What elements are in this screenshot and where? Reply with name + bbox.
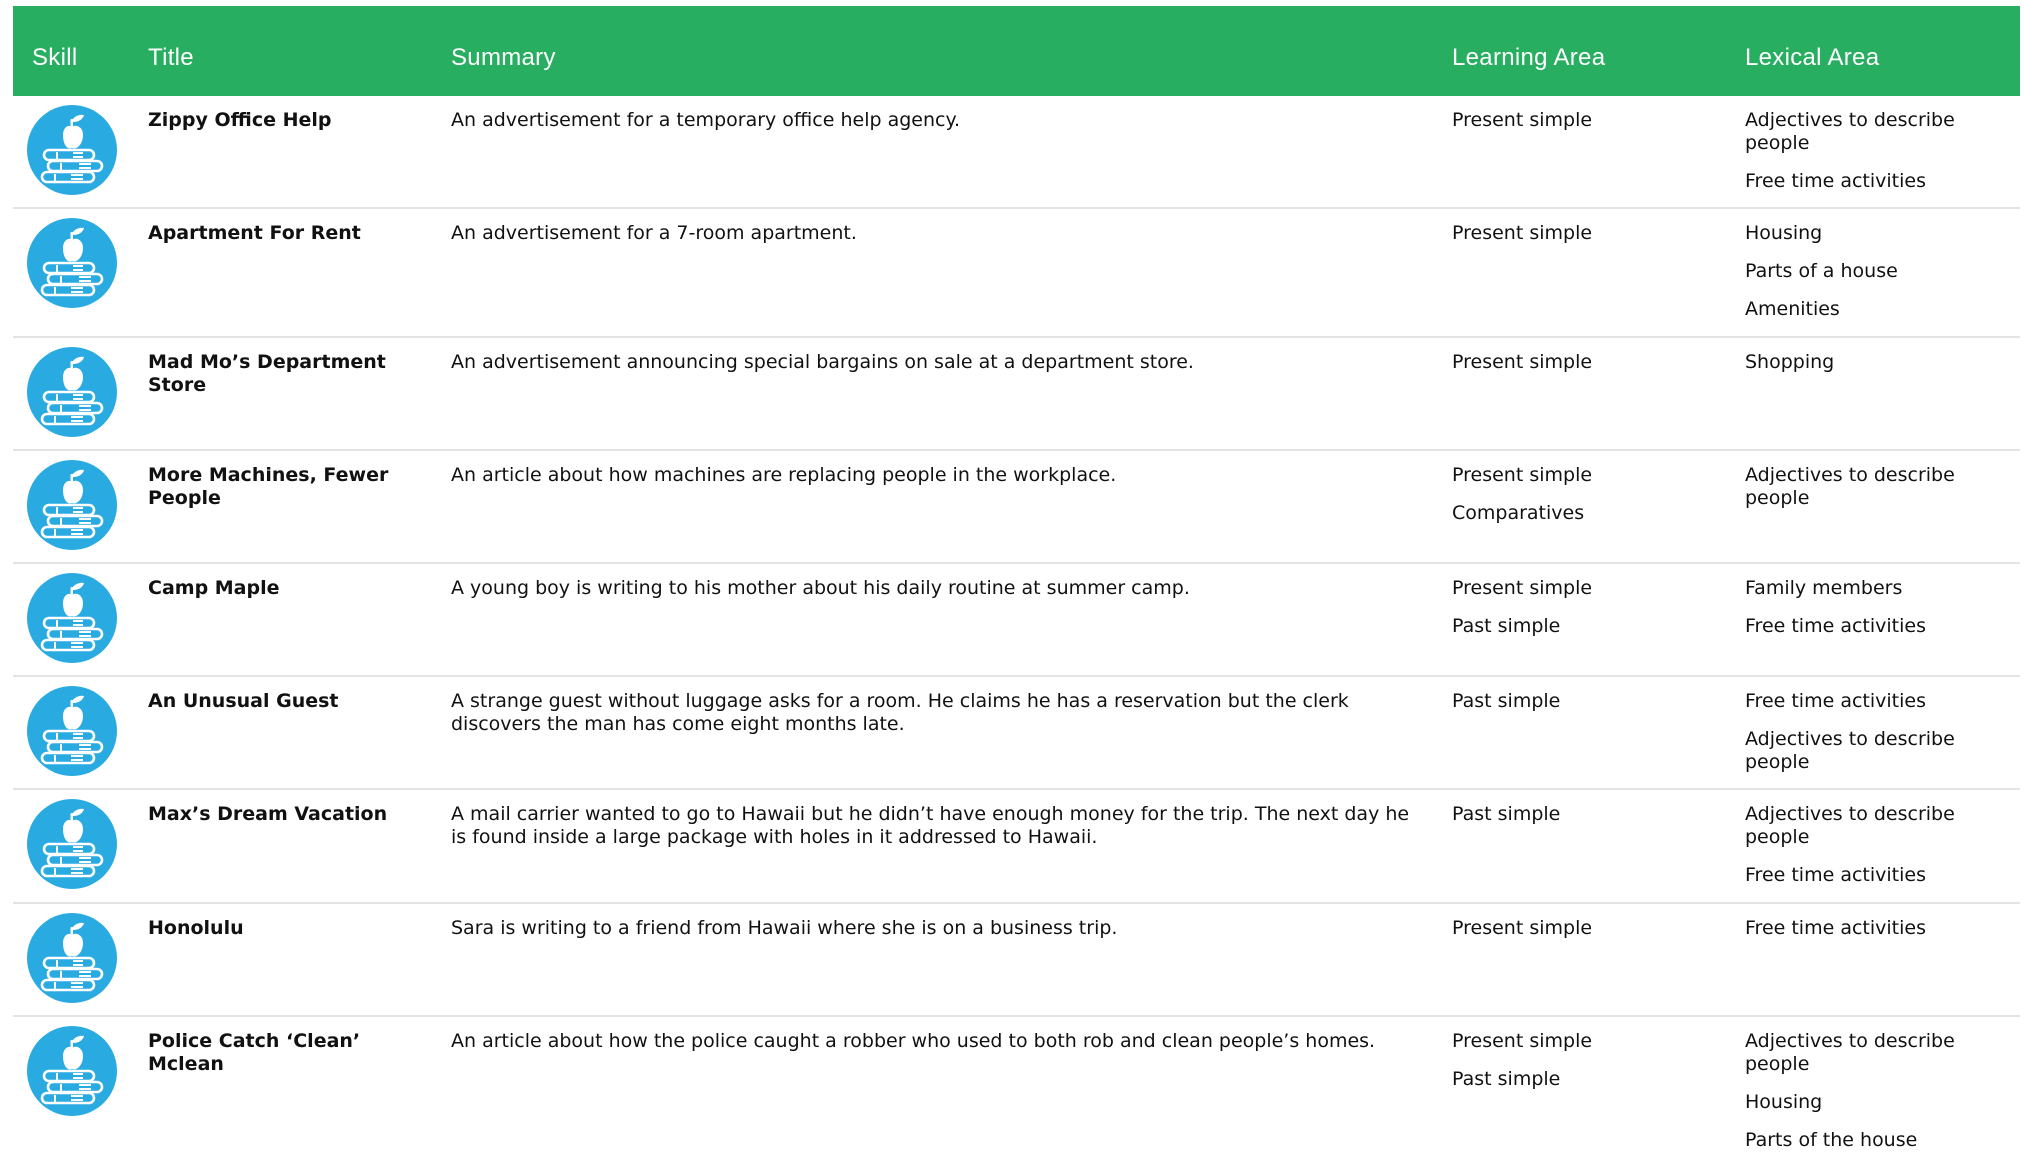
row-lexical-area: Adjectives to describe people Free time a… — [1745, 803, 2010, 887]
row-learning-area: Present simple — [1452, 222, 1712, 245]
table-row: An Unusual Guest A strange guest without … — [13, 677, 2020, 790]
row-lexical-area: Free time activities Adjectives to descri… — [1745, 690, 2010, 774]
row-title: Camp Maple — [148, 577, 280, 599]
books-with-apple-icon — [27, 573, 117, 663]
row-lexical-area: Adjectives to describe people Free time a… — [1745, 109, 2010, 193]
books-with-apple-icon — [27, 460, 117, 550]
learning-area-item: Past simple — [1452, 690, 1561, 712]
table-body: Zippy Office Help An advertisement for a … — [13, 96, 2020, 1167]
row-title: Apartment For Rent — [148, 222, 361, 244]
row-learning-area: Present simple — [1452, 351, 1712, 374]
books-with-apple-icon — [27, 686, 117, 776]
row-lexical-area: Adjectives to describe people — [1745, 464, 2010, 510]
table-row: Police Catch ‘Clean’ Mclean An article ab… — [13, 1017, 2020, 1167]
lexical-area-item: Parts of the house — [1745, 1129, 1918, 1151]
learning-area-item: Past simple — [1452, 1068, 1561, 1090]
reading-table: Skill Title Summary Learning Area Lexica… — [13, 6, 2020, 1167]
lexical-area-item: Adjectives to describe people — [1745, 728, 1955, 773]
lexical-area-item: Free time activities — [1745, 917, 1926, 939]
learning-area-item: Present simple — [1452, 1030, 1593, 1052]
learning-area-item: Comparatives — [1452, 502, 1585, 524]
row-lexical-area: Free time activities — [1745, 917, 2010, 940]
learning-area-item: Present simple — [1452, 464, 1593, 486]
row-summary: An article about how machines are replac… — [451, 464, 1117, 486]
row-title: Max’s Dream Vacation — [148, 803, 388, 825]
row-summary: An advertisement for a 7-room apartment. — [451, 222, 857, 244]
row-summary: Sara is writing to a friend from Hawaii … — [451, 917, 1118, 939]
learning-area-item: Past simple — [1452, 803, 1561, 825]
lexical-area-item: Parts of a house — [1745, 260, 1898, 282]
lexical-area-item: Adjectives to describe people — [1745, 1030, 1955, 1075]
table-row: Zippy Office Help An advertisement for a … — [13, 96, 2020, 209]
row-lexical-area: Adjectives to describe people Housing Part… — [1745, 1030, 2010, 1152]
lexical-area-item: Free time activities — [1745, 864, 1926, 886]
table-row: Mad Mo’s Department Store An advertisemen… — [13, 338, 2020, 451]
row-learning-area: Past simple — [1452, 803, 1712, 826]
lexical-area-item: Adjectives to describe people — [1745, 109, 1955, 154]
row-learning-area: Present simple — [1452, 109, 1712, 132]
row-learning-area: Past simple — [1452, 690, 1712, 713]
books-with-apple-icon — [27, 347, 117, 437]
row-summary: A strange guest without luggage asks for… — [451, 690, 1349, 735]
row-learning-area: Present simple Comparatives — [1452, 464, 1712, 525]
row-title: An Unusual Guest — [148, 690, 339, 712]
lexical-area-item: Housing — [1745, 1091, 1823, 1113]
row-summary: An advertisement for a temporary office … — [451, 109, 961, 131]
table-header: Skill Title Summary Learning Area Lexica… — [13, 6, 2020, 96]
lexical-area-item: Amenities — [1745, 298, 1840, 320]
table-row: Max’s Dream Vacation A mail carrier wante… — [13, 790, 2020, 904]
row-title: Mad Mo’s Department Store — [148, 351, 386, 396]
row-lexical-area: Shopping — [1745, 351, 2010, 374]
row-learning-area: Present simple Past simple — [1452, 577, 1712, 638]
header-skill: Skill — [32, 44, 78, 71]
lexical-area-item: Free time activities — [1745, 170, 1926, 192]
lexical-area-item: Housing — [1745, 222, 1823, 244]
books-with-apple-icon — [27, 799, 117, 889]
learning-area-item: Present simple — [1452, 109, 1593, 131]
books-with-apple-icon — [27, 105, 117, 195]
row-lexical-area: Family members Free time activities — [1745, 577, 2010, 638]
row-title: Police Catch ‘Clean’ Mclean — [148, 1030, 361, 1075]
header-summary: Summary — [451, 44, 556, 71]
lexical-area-item: Family members — [1745, 577, 1903, 599]
lexical-area-item: Free time activities — [1745, 615, 1926, 637]
row-title: More Machines, Fewer People — [148, 464, 389, 509]
learning-area-item: Present simple — [1452, 222, 1593, 244]
row-summary: An advertisement announcing special barg… — [451, 351, 1194, 373]
lexical-area-item: Free time activities — [1745, 690, 1926, 712]
lexical-area-item: Shopping — [1745, 351, 1835, 373]
learning-area-item: Present simple — [1452, 577, 1593, 599]
learning-area-item: Past simple — [1452, 615, 1561, 637]
table-row: Camp Maple A young boy is writing to his … — [13, 564, 2020, 677]
header-learning-area: Learning Area — [1452, 44, 1606, 71]
books-with-apple-icon — [27, 913, 117, 1003]
table-row: Apartment For Rent An advertisement for a… — [13, 209, 2020, 338]
header-title: Title — [148, 44, 194, 71]
row-learning-area: Present simple — [1452, 917, 1712, 940]
row-summary: An article about how the police caught a… — [451, 1030, 1376, 1052]
row-title: Honolulu — [148, 917, 244, 939]
lexical-area-item: Adjectives to describe people — [1745, 803, 1955, 848]
table-row: Honolulu Sara is writing to a friend from… — [13, 904, 2020, 1017]
learning-area-item: Present simple — [1452, 917, 1593, 939]
row-learning-area: Present simple Past simple — [1452, 1030, 1712, 1091]
row-lexical-area: Housing Parts of a house Amenities — [1745, 222, 2010, 321]
row-summary: A mail carrier wanted to go to Hawaii bu… — [451, 803, 1410, 848]
lexical-area-item: Adjectives to describe people — [1745, 464, 1955, 509]
learning-area-item: Present simple — [1452, 351, 1593, 373]
row-summary: A young boy is writing to his mother abo… — [451, 577, 1190, 599]
row-title: Zippy Office Help — [148, 109, 332, 131]
table-row: More Machines, Fewer People An article ab… — [13, 451, 2020, 564]
books-with-apple-icon — [27, 1026, 117, 1116]
header-lexical-area: Lexical Area — [1745, 44, 1880, 71]
books-with-apple-icon — [27, 218, 117, 308]
